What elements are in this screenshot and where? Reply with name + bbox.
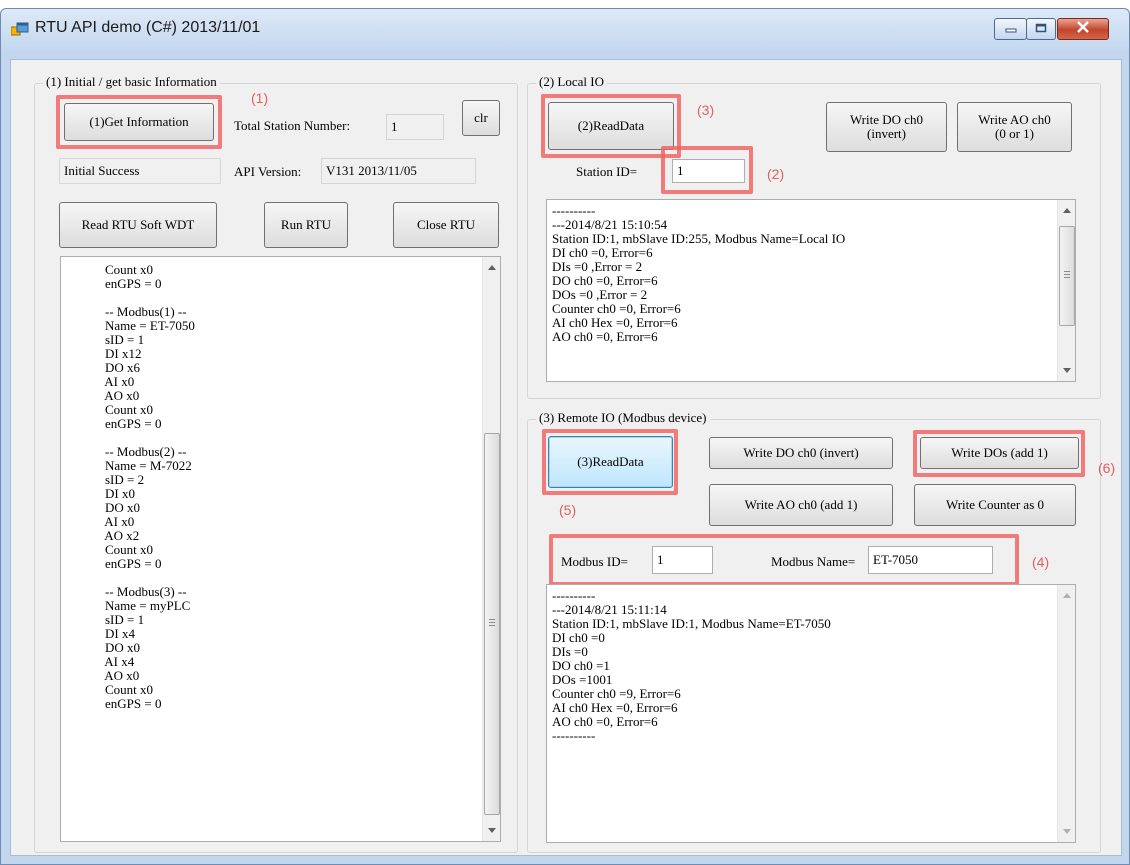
minimize-button[interactable] — [994, 18, 1027, 40]
initial-status-text: Initial Success — [59, 158, 221, 184]
info-log-scroll-thumb[interactable] — [484, 433, 500, 815]
remote-io-log-text: ---------- ---2014/8/21 15:11:14 Station… — [552, 588, 831, 743]
annotation-6: (6) — [1098, 460, 1116, 476]
local-io-log-scroll-thumb[interactable] — [1059, 226, 1075, 326]
app-window: RTU API demo (C#) 2013/11/01 (1) Initial… — [0, 8, 1130, 865]
maximize-button[interactable] — [1026, 18, 1056, 40]
read-rtu-soft-wdt-button[interactable]: Read RTU Soft WDT — [59, 202, 217, 248]
total-station-value: 1 — [386, 114, 444, 140]
remote-io-log-scrollbar[interactable] — [1057, 585, 1075, 842]
close-icon — [1076, 21, 1090, 37]
scroll-up-icon[interactable] — [1058, 202, 1075, 219]
clr-button[interactable]: clr — [462, 100, 500, 136]
maximize-icon — [1035, 21, 1047, 37]
app-window-icon — [10, 22, 29, 38]
close-rtu-button[interactable]: Close RTU — [393, 202, 499, 248]
modbus-name-input[interactable]: ET-7050 — [868, 546, 993, 574]
client-area: (1) Initial / get basic Information (1)G… — [10, 59, 1122, 856]
window-title: RTU API demo (C#) 2013/11/01 — [35, 19, 261, 36]
annotation-2: (2) — [767, 166, 785, 182]
api-version-label: API Version: — [234, 164, 302, 179]
local-io-log-scrollbar[interactable] — [1057, 200, 1075, 381]
modbus-name-label: Modbus Name= — [771, 554, 856, 569]
modbus-id-label: Modbus ID= — [561, 554, 628, 569]
minimize-icon — [1005, 21, 1017, 37]
info-log-text: Count x0 enGPS = 0 -- Modbus(1) -- Name … — [104, 262, 195, 711]
scroll-down-icon[interactable] — [483, 822, 500, 839]
run-rtu-button[interactable]: Run RTU — [264, 202, 348, 248]
local-io-log-textbox[interactable]: ---------- ---2014/8/21 15:10:54 Station… — [546, 199, 1076, 382]
api-version-value: V131 2013/11/05 — [321, 158, 476, 184]
scroll-up-icon[interactable] — [1058, 587, 1075, 604]
remote-write-ao-ch0-button[interactable]: Write AO ch0 (add 1) — [709, 484, 893, 526]
info-log-textbox[interactable]: Count x0 enGPS = 0 -- Modbus(1) -- Name … — [60, 256, 501, 842]
annotation-4: (4) — [1032, 554, 1050, 570]
local-io-log-text: ---------- ---2014/8/21 15:10:54 Station… — [552, 203, 846, 344]
remote-write-dos-button[interactable]: Write DOs (add 1) — [920, 437, 1079, 469]
modbus-id-input[interactable]: 1 — [652, 546, 713, 574]
total-station-label: Total Station Number: — [234, 118, 351, 133]
scroll-up-icon[interactable] — [483, 259, 500, 276]
remote-read-data-button[interactable]: (3)ReadData — [548, 436, 673, 488]
group-remote-io-legend: (3) Remote IO (Modbus device) — [536, 410, 710, 426]
get-information-button[interactable]: (1)Get Information — [64, 103, 214, 141]
local-write-do-ch0-button[interactable]: Write DO ch0 (invert) — [826, 102, 947, 152]
annotation-3: (3) — [697, 102, 715, 118]
station-id-label: Station ID= — [576, 164, 638, 179]
scroll-down-icon[interactable] — [1058, 362, 1075, 379]
title-bar[interactable]: RTU API demo (C#) 2013/11/01 — [1, 9, 1129, 49]
group-initial-info-legend: (1) Initial / get basic Information — [43, 74, 220, 90]
scroll-down-icon[interactable] — [1058, 823, 1075, 840]
remote-write-counter-button[interactable]: Write Counter as 0 — [914, 484, 1076, 526]
info-log-scrollbar[interactable] — [482, 257, 500, 841]
remote-io-log-textbox[interactable]: ---------- ---2014/8/21 15:11:14 Station… — [546, 584, 1076, 843]
group-local-io-legend: (2) Local IO — [536, 74, 607, 90]
annotation-1: (1) — [251, 90, 269, 106]
close-window-button[interactable] — [1057, 18, 1109, 40]
remote-write-do-ch0-button[interactable]: Write DO ch0 (invert) — [709, 437, 893, 469]
station-id-input[interactable]: 1 — [672, 159, 745, 183]
local-read-data-button[interactable]: (2)ReadData — [548, 102, 674, 150]
local-write-ao-ch0-button[interactable]: Write AO ch0 (0 or 1) — [957, 102, 1072, 152]
annotation-5: (5) — [559, 502, 577, 518]
